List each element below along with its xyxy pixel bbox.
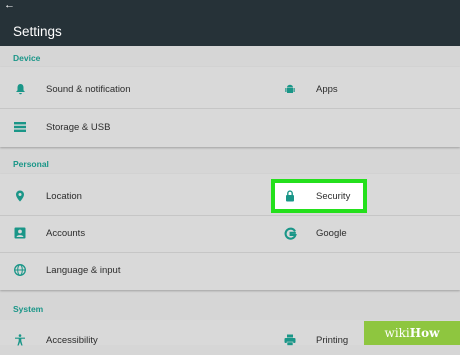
printing-label: Printing — [316, 334, 349, 346]
accounts-item[interactable]: Accounts — [13, 218, 85, 248]
google-item[interactable]: Google — [283, 218, 347, 248]
storage-icon — [13, 120, 27, 134]
accounts-label: Accounts — [46, 227, 86, 239]
android-icon — [283, 82, 297, 96]
top-bar: ← Settings — [0, 0, 460, 46]
section-header-personal: Personal — [13, 159, 49, 169]
accessibility-label: Accessibility — [46, 334, 98, 346]
sound-notification-item[interactable]: Sound & notification — [13, 74, 131, 104]
section-header-device: Device — [13, 53, 41, 63]
language-input-label: Language & input — [46, 264, 121, 276]
location-label: Location — [46, 190, 82, 202]
page-title: Settings — [13, 24, 62, 39]
google-label: Google — [316, 227, 347, 239]
apps-label: Apps — [316, 83, 338, 95]
back-arrow-icon[interactable]: ← — [4, 0, 15, 11]
globe-icon — [13, 263, 27, 277]
location-pin-icon — [13, 189, 27, 203]
lock-icon — [283, 189, 297, 203]
security-item[interactable]: Security — [283, 181, 350, 211]
storage-usb-label: Storage & USB — [46, 121, 111, 133]
security-label: Security — [316, 190, 351, 202]
wikihow-watermark: wiki How — [364, 321, 460, 345]
watermark-wiki: wiki — [384, 326, 410, 340]
location-item[interactable]: Location — [13, 181, 82, 211]
personal-divider-2 — [0, 252, 460, 253]
bell-icon — [13, 82, 27, 96]
google-icon — [283, 226, 297, 240]
language-input-item[interactable]: Language & input — [13, 255, 120, 285]
sound-notification-label: Sound & notification — [46, 83, 131, 95]
section-header-system: System — [13, 304, 44, 314]
personal-divider-1 — [0, 215, 460, 216]
account-icon — [13, 226, 27, 240]
apps-item[interactable]: Apps — [283, 74, 338, 104]
printing-item[interactable]: Printing — [283, 325, 348, 355]
accessibility-item[interactable]: Accessibility — [13, 325, 98, 355]
storage-usb-item[interactable]: Storage & USB — [13, 112, 110, 142]
device-divider — [0, 108, 460, 109]
watermark-how: How — [409, 326, 440, 340]
